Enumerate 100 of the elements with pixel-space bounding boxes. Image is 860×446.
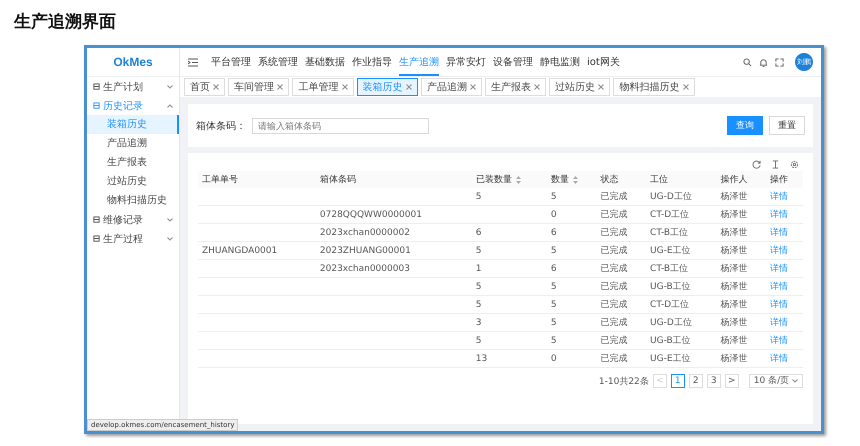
table-cell: 已完成 <box>600 246 628 256</box>
column-header: 操作人 <box>720 174 748 186</box>
table-cell: UG-B工位 <box>650 336 691 346</box>
table-cell: 13 <box>476 354 488 364</box>
page-tab[interactable]: 工单管理 <box>292 78 354 96</box>
sort-icon[interactable] <box>572 176 578 184</box>
close-icon[interactable] <box>534 84 540 90</box>
table-cell: 0728QQQWW0000001 <box>320 210 422 220</box>
table-cell: 杨泽世 <box>720 300 748 310</box>
column-height-icon[interactable] <box>771 160 780 168</box>
table-cell: 杨泽世 <box>720 228 748 238</box>
table-cell: 杨泽世 <box>720 210 748 220</box>
close-icon[interactable] <box>342 84 348 90</box>
table-cell: 已完成 <box>600 300 628 310</box>
nav-item[interactable]: 基础数据 <box>305 55 345 69</box>
caret-icon <box>792 379 798 383</box>
table-cell: 已完成 <box>600 354 628 364</box>
menu-group-icon <box>93 216 100 223</box>
menu-group-icon <box>93 102 100 109</box>
table-cell: 0 <box>550 354 557 364</box>
table-cell: 已完成 <box>600 228 628 238</box>
menu-icon[interactable] <box>188 58 198 66</box>
table-cell: 杨泽世 <box>720 264 748 274</box>
barcode-input[interactable]: 请输入箱体条码 <box>252 118 429 134</box>
column-header: 操作 <box>770 174 788 186</box>
menu-group-icon <box>93 83 100 90</box>
nav-item[interactable]: 平台管理 <box>211 55 251 69</box>
sidebar-subitem[interactable]: 产品追溯 <box>87 134 179 153</box>
table-cell: 5 <box>476 192 482 202</box>
search-icon[interactable] <box>743 58 752 66</box>
menu-group-icon <box>93 235 100 242</box>
sort-icon[interactable] <box>516 176 521 184</box>
nav-item[interactable]: 系统管理 <box>258 55 298 69</box>
bell-icon[interactable] <box>759 58 768 66</box>
app-logo: OkMes <box>87 48 179 77</box>
page-tab[interactable]: 过站历史 <box>549 78 610 96</box>
table-cell: 杨泽世 <box>720 336 748 346</box>
close-icon[interactable] <box>213 84 220 90</box>
table-cell: CT-B工位 <box>650 228 688 238</box>
table-cell: 6 <box>550 228 557 238</box>
reset-button[interactable]: 重置 <box>769 116 805 135</box>
sidebar-item[interactable]: 生产过程 <box>87 229 179 248</box>
close-icon[interactable] <box>406 84 412 90</box>
nav-item[interactable]: iot网关 <box>587 55 620 69</box>
pagination-summary: 1-10共22条 <box>598 376 649 388</box>
table-cell: 杨泽世 <box>720 282 748 292</box>
caret-icon <box>167 218 173 222</box>
table-cell: 已完成 <box>600 282 628 292</box>
close-icon[interactable] <box>682 84 688 90</box>
table-cell: 杨泽世 <box>720 318 748 328</box>
page-tab[interactable]: 物料扫描历史 <box>613 78 694 96</box>
settings-icon[interactable] <box>790 160 799 168</box>
table-cell: 2023ZHUANG00001 <box>320 246 411 256</box>
sidebar-subitem[interactable]: 生产报表 <box>87 153 179 172</box>
field-label: 箱体条码： <box>196 120 246 132</box>
fullscreen-icon[interactable] <box>775 58 784 66</box>
table-cell: 5 <box>550 246 557 256</box>
table-cell: 0 <box>550 210 557 220</box>
table-cell: UG-D工位 <box>650 192 692 202</box>
sidebar-subitem[interactable]: 物料扫描历史 <box>87 191 179 210</box>
table-cell: 杨泽世 <box>720 354 748 364</box>
nav-item[interactable]: 静电监测 <box>540 55 580 69</box>
page-tab[interactable]: 首页 <box>184 78 226 96</box>
table-cell: 5 <box>476 282 482 292</box>
page-tab[interactable]: 产品追溯 <box>420 78 482 96</box>
table-cell: 2023xchan0000003 <box>320 264 410 274</box>
next-page-button[interactable]: > <box>724 374 739 388</box>
table-cell: 3 <box>476 318 482 328</box>
nav-item[interactable]: 设备管理 <box>493 55 533 69</box>
column-header: 状态 <box>600 174 618 186</box>
caret-icon <box>167 104 173 108</box>
table-cell: CT-B工位 <box>650 264 688 274</box>
table-cell: 5 <box>550 192 557 202</box>
table-cell: 6 <box>476 228 482 238</box>
page-button[interactable]: 3 <box>706 374 721 388</box>
page-size-select[interactable]: 10 条/页 <box>748 374 803 388</box>
column-header: 工单单号 <box>202 174 238 186</box>
page-title: 生产追溯界面 <box>14 11 116 33</box>
table-cell: 5 <box>550 282 557 292</box>
page-tab[interactable]: 车间管理 <box>228 78 290 96</box>
nav-item[interactable]: 作业指导 <box>352 55 392 69</box>
page-button[interactable]: 2 <box>688 374 703 388</box>
table-cell: 已完成 <box>600 336 628 346</box>
table-cell: 5 <box>550 300 557 310</box>
nav-item[interactable]: 异常安灯 <box>446 55 486 69</box>
caret-icon <box>167 84 173 88</box>
refresh-icon[interactable] <box>752 160 761 168</box>
sidebar-item[interactable]: 维修记录 <box>87 210 179 229</box>
close-icon[interactable] <box>598 84 604 90</box>
close-icon[interactable] <box>470 84 476 90</box>
table-cell: 6 <box>550 264 557 274</box>
page-tab[interactable]: 生产报表 <box>484 78 546 96</box>
table-cell: 已完成 <box>600 264 628 274</box>
table-cell: 杨泽世 <box>720 192 748 202</box>
sidebar-item[interactable]: 生产计划 <box>87 77 179 96</box>
close-icon[interactable] <box>277 84 284 90</box>
sidebar-subitem[interactable]: 过站历史 <box>87 172 179 191</box>
table-cell: UG-E工位 <box>650 246 691 256</box>
table-cell: CT-D工位 <box>650 300 690 310</box>
caret-icon <box>167 236 173 240</box>
